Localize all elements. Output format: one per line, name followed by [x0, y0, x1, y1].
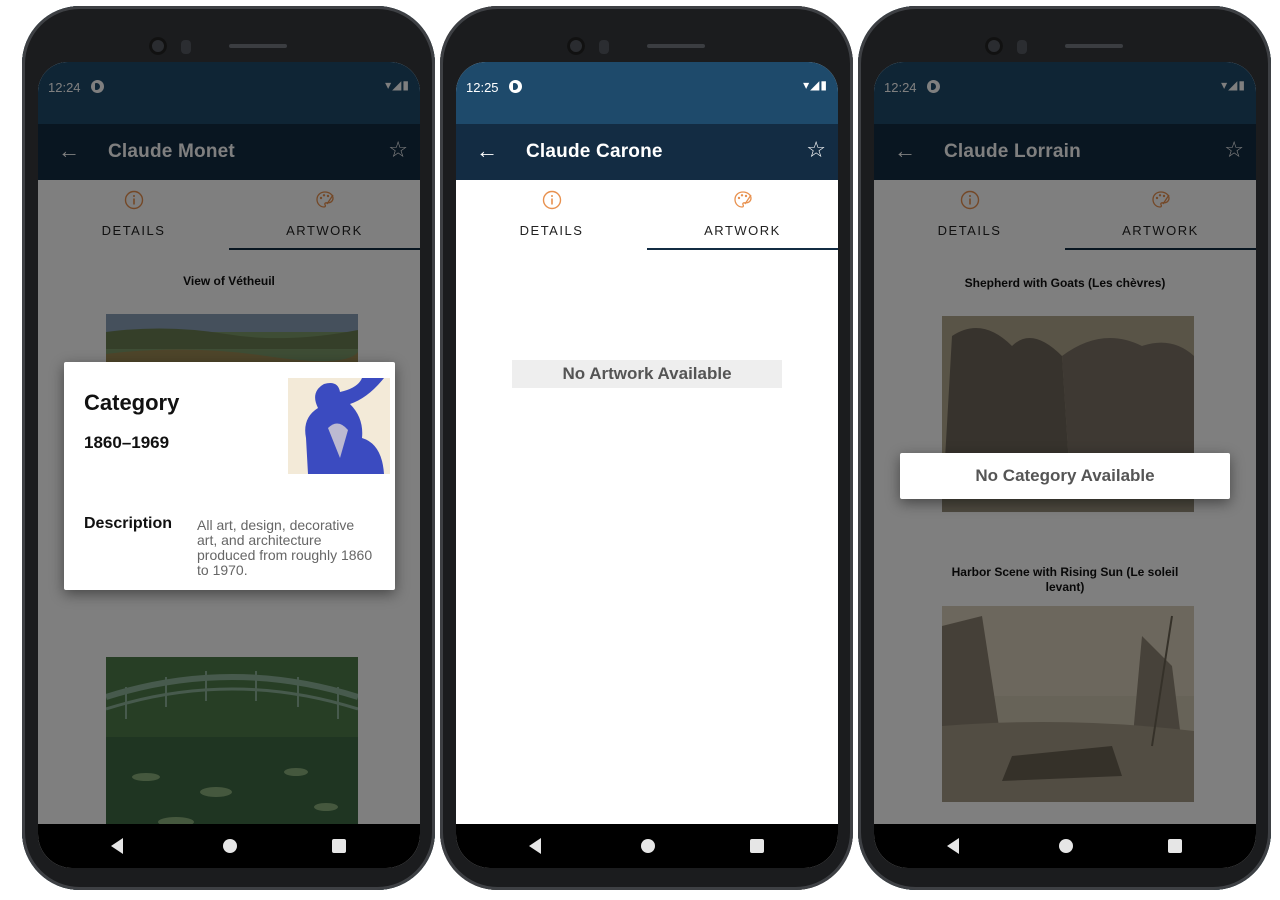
- system-nav-bar: [456, 824, 838, 868]
- dialog-scrim[interactable]: [874, 62, 1256, 824]
- nav-home-icon[interactable]: [223, 839, 237, 853]
- phone-frame: 12:24 ▾◢▮ ← Claude Monet ☆ DETAILS ARTWO…: [22, 6, 435, 890]
- dialog-title: Category: [84, 390, 180, 415]
- empty-category-message: No Category Available: [975, 466, 1155, 485]
- phone-frame: 12:25 ▾◢▮ ← Claude Carone ☆ DETAILS ARTW…: [440, 6, 853, 890]
- front-camera: [566, 36, 727, 56]
- notification-icon: [509, 80, 522, 93]
- system-nav-bar: [874, 824, 1256, 868]
- screen: 12:24 ▾◢▮ ← Claude Lorrain ☆ DETAILS ART…: [874, 62, 1256, 868]
- category-dialog: Category 1860–1969 Description All art, …: [64, 362, 395, 590]
- nav-back-icon[interactable]: [947, 838, 959, 854]
- empty-state-message: No Artwork Available: [512, 360, 782, 388]
- tab-bar: DETAILS ARTWORK: [456, 180, 838, 252]
- star-outline-icon[interactable]: ☆: [806, 136, 826, 164]
- category-thumbnail: [288, 378, 390, 474]
- status-bar: 12:25 ▾◢▮: [456, 62, 838, 124]
- nav-recents-icon[interactable]: [332, 839, 346, 853]
- description-label: Description: [84, 515, 173, 532]
- system-nav-bar: [38, 824, 420, 868]
- screen: 12:24 ▾◢▮ ← Claude Monet ☆ DETAILS ARTWO…: [38, 62, 420, 868]
- description-text: All art, design, decorative art, and arc…: [197, 517, 373, 578]
- arrow-left-icon[interactable]: ←: [476, 138, 498, 164]
- app-bar: ← Claude Carone ☆: [456, 124, 838, 180]
- front-camera: [148, 36, 309, 56]
- info-circle-icon: [542, 190, 561, 210]
- palette-icon: [733, 191, 752, 208]
- category-dialog: No Category Available: [900, 453, 1230, 499]
- nav-home-icon[interactable]: [641, 839, 655, 853]
- tab-details-label: DETAILS: [519, 223, 584, 238]
- signal-battery-icon: ▾◢▮: [803, 78, 828, 92]
- tab-artwork-label: ARTWORK: [704, 223, 781, 238]
- nav-back-icon[interactable]: [529, 838, 541, 854]
- tab-details[interactable]: DETAILS: [456, 180, 647, 252]
- artwork-list: No Artwork Available: [456, 252, 838, 824]
- dialog-years: 1860–1969: [84, 433, 170, 452]
- page-title: Claude Carone: [526, 141, 663, 162]
- front-camera: [984, 36, 1145, 56]
- tab-artwork[interactable]: ARTWORK: [647, 180, 838, 252]
- nav-back-icon[interactable]: [111, 838, 123, 854]
- screen: 12:25 ▾◢▮ ← Claude Carone ☆ DETAILS ARTW…: [456, 62, 838, 868]
- status-time: 12:25: [466, 80, 499, 95]
- nav-home-icon[interactable]: [1059, 839, 1073, 853]
- nav-recents-icon[interactable]: [1168, 839, 1182, 853]
- nav-recents-icon[interactable]: [750, 839, 764, 853]
- phone-frame: 12:24 ▾◢▮ ← Claude Lorrain ☆ DETAILS ART…: [858, 6, 1271, 890]
- tab-indicator: [647, 248, 838, 250]
